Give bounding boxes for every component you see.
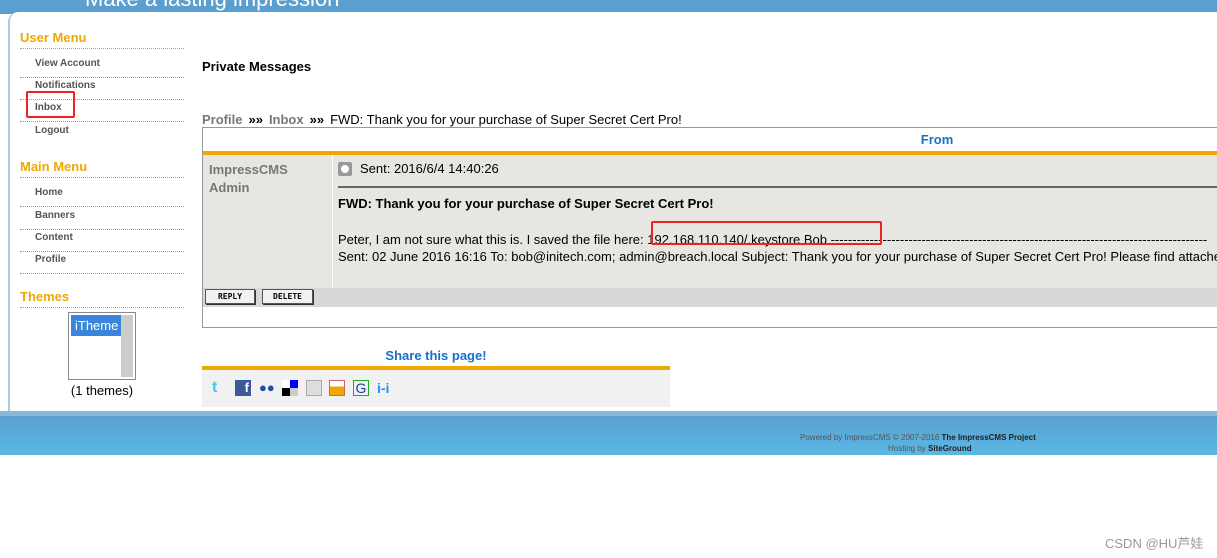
project-link[interactable]: The ImpressCMS Project xyxy=(942,433,1036,442)
twitter-icon[interactable]: t xyxy=(212,380,228,396)
message-icon xyxy=(338,161,352,176)
breadcrumb-inbox[interactable]: Inbox xyxy=(269,112,304,127)
sidebar-item-view-account[interactable]: View Account xyxy=(20,56,184,78)
main-menu-title: Main Menu xyxy=(20,159,184,178)
breadcrumb-sep: »» xyxy=(309,112,325,127)
breadcrumb: Profile »» Inbox »» FWD: Thank you for your … xyxy=(202,112,682,127)
divider xyxy=(338,186,1217,188)
sent-date: Sent: 2016/6/4 14:40:26 xyxy=(360,161,499,176)
sidebar-item-profile[interactable]: Profile xyxy=(20,252,184,274)
breadcrumb-profile[interactable]: Profile xyxy=(202,112,242,127)
breadcrumb-current: FWD: Thank you for your purchase of Supe… xyxy=(330,112,682,127)
from-header: From xyxy=(920,132,954,147)
share-title: Share this page! xyxy=(385,348,487,363)
highlight-box xyxy=(26,91,75,118)
sidebar-item-banners[interactable]: Banners xyxy=(20,208,184,230)
delicious-icon[interactable] xyxy=(282,380,298,396)
reply-button[interactable]: REPLY xyxy=(205,289,255,304)
stumble-icon[interactable] xyxy=(329,380,345,396)
sidebar-item-content[interactable]: Content xyxy=(20,230,184,252)
delete-button[interactable]: DELETE xyxy=(262,289,313,304)
sidebar-item-home[interactable]: Home xyxy=(20,185,184,207)
sidebar-item-logout[interactable]: Logout xyxy=(20,123,184,145)
breadcrumb-sep: »» xyxy=(248,112,263,127)
user-menu-title: User Menu xyxy=(20,30,184,49)
theme-option[interactable]: iTheme xyxy=(71,315,122,336)
powered-by: Powered by ImpressCMS © 2007-2016 xyxy=(800,433,942,442)
theme-count: (1 themes) xyxy=(70,383,134,398)
host-link[interactable]: SiteGround xyxy=(928,444,972,453)
themes-title: Themes xyxy=(20,289,184,308)
watermark: CSDN @HU芦娃 xyxy=(1105,536,1204,551)
hi5-icon[interactable]: i-i xyxy=(377,380,393,396)
theme-select[interactable]: iTheme xyxy=(68,312,136,380)
highlight-box xyxy=(651,221,882,245)
scrollbar[interactable] xyxy=(121,315,133,377)
sender-name[interactable]: ImpressCMS Admin xyxy=(203,155,333,288)
share-bar: t f ●● G i-i xyxy=(202,366,670,407)
page-title: Private Messages xyxy=(202,59,312,74)
digg-icon[interactable] xyxy=(306,380,322,396)
footer: Powered by ImpressCMS © 2007-2016 The Im… xyxy=(0,411,1217,455)
myspace-icon[interactable]: ●● xyxy=(259,380,275,396)
google-icon[interactable]: G xyxy=(353,380,369,396)
button-bar: REPLY DELETE xyxy=(203,288,1217,307)
message-line: Sent: 02 June 2016 16:16 To: bob@initech… xyxy=(338,249,1217,264)
hosting-by: Hosting by xyxy=(888,444,929,453)
facebook-icon[interactable]: f xyxy=(235,380,251,396)
message-subject: FWD: Thank you for your purchase of Supe… xyxy=(338,196,714,211)
tagline: Make a lasting impression xyxy=(85,0,339,12)
